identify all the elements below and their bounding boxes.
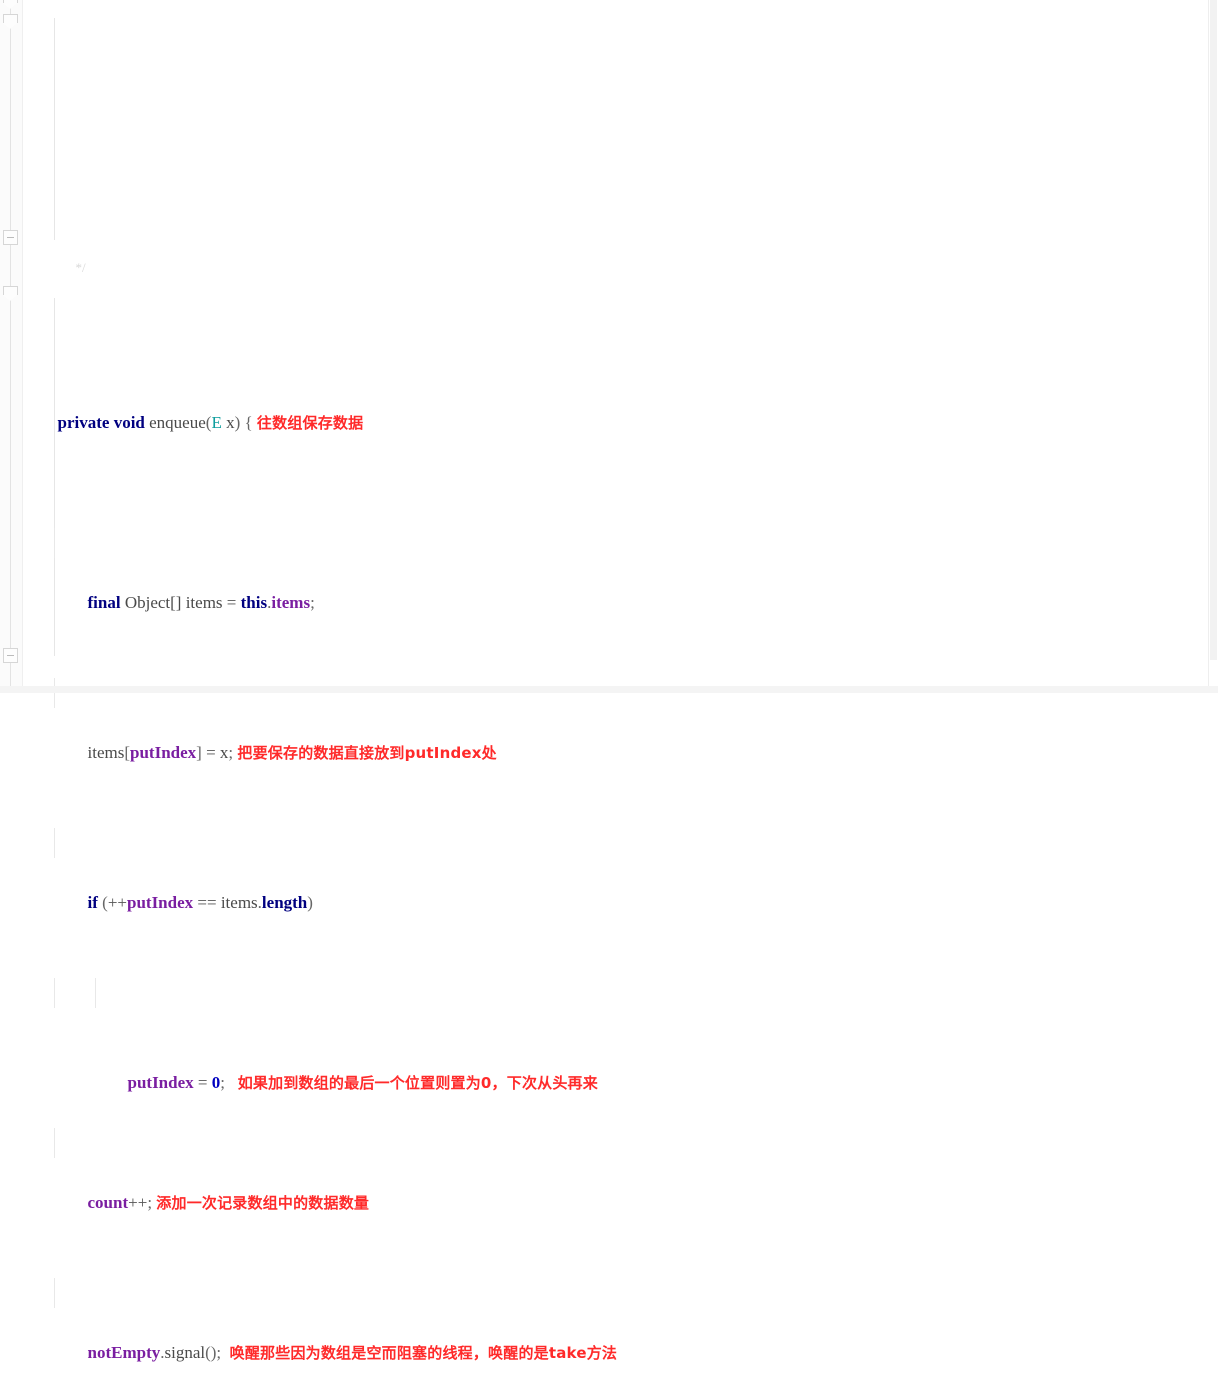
- line-enqueue-if[interactable]: if (++putIndex == items.length): [22, 828, 1208, 912]
- parens: (): [205, 1343, 217, 1362]
- array-items: items: [220, 893, 258, 912]
- line-top-comment: */: [22, 240, 1208, 275]
- operator-equals: ==: [197, 893, 217, 912]
- paren-close: ): [234, 413, 241, 432]
- keyword-final: final: [87, 593, 121, 612]
- prop-length: length: [261, 893, 308, 912]
- editor-gutter: [0, 0, 23, 693]
- fold-collapse-arrow-dequeue[interactable]: [3, 286, 18, 301]
- method-name-enqueue: enqueue: [149, 413, 206, 432]
- field-putindex: putIndex: [127, 1073, 194, 1092]
- fold-expand-box-enqueue-end[interactable]: [3, 230, 18, 245]
- keyword-void: void: [113, 413, 145, 432]
- operator-increment: ++: [107, 893, 127, 912]
- operator-assign: =: [206, 743, 216, 762]
- keyword-if: if: [87, 893, 98, 912]
- indent-guide: [54, 528, 55, 558]
- annotation-note-count: 添加一次记录数组中的数据数量: [156, 1194, 370, 1212]
- field-notempty: notEmpty: [87, 1343, 161, 1362]
- enqueue-block-rail: [54, 18, 55, 240]
- line-enqueue-signal[interactable]: notEmpty.signal(); 唤醒那些因为数组是空而阻塞的线程，唤醒的是…: [22, 1278, 1208, 1362]
- line-enqueue-count[interactable]: count++; 添加一次记录数组中的数据数量: [22, 1128, 1208, 1212]
- indent-guide: [54, 1278, 55, 1308]
- horizontal-scrollbar[interactable]: [0, 686, 1218, 693]
- keyword-this: this: [240, 593, 268, 612]
- operator-assign: =: [226, 593, 237, 612]
- array-items: items: [87, 743, 125, 762]
- code-editor: */ private void enqueue(E x) { 往数组保存数据 f…: [0, 0, 1218, 1362]
- field-items: items: [271, 593, 311, 612]
- semicolon: ;: [228, 743, 234, 762]
- indent-guide: [95, 978, 96, 1008]
- indent-guide: [54, 828, 55, 858]
- annotation-note-reset: 如果加到数组的最后一个位置则置为0，下次从头再来: [237, 1074, 598, 1092]
- generic-type-e: E: [211, 413, 222, 432]
- fold-collapse-arrow-top[interactable]: [3, 0, 18, 9]
- field-putindex: putIndex: [127, 893, 194, 912]
- bracket-close: ]: [196, 743, 202, 762]
- operator-assign: =: [197, 1073, 208, 1092]
- number-zero: 0: [211, 1073, 221, 1092]
- method-signal: signal: [164, 1343, 206, 1362]
- code-content[interactable]: */ private void enqueue(E x) { 往数组保存数据 f…: [22, 0, 1208, 1362]
- annotation-note-put: 把要保存的数据直接放到putIndex处: [237, 744, 497, 762]
- line-enqueue-final-items[interactable]: final Object[] items = this.items;: [22, 528, 1208, 612]
- field-putindex: putIndex: [130, 743, 197, 762]
- indent-guide: [54, 978, 55, 1008]
- param-x: x: [226, 413, 235, 432]
- semicolon: ;: [216, 1343, 222, 1362]
- var-items: items: [185, 593, 223, 612]
- fold-rail: [10, 0, 11, 693]
- comment-close-token: */: [75, 260, 86, 275]
- line-enqueue-signature[interactable]: private void enqueue(E x) { 往数组保存数据: [22, 378, 1208, 432]
- keyword-private: private: [57, 413, 110, 432]
- type-object-array: Object[]: [124, 593, 182, 612]
- indent-guide: [54, 1128, 55, 1158]
- vertical-scrollbar[interactable]: [1208, 0, 1218, 686]
- brace-open: {: [244, 413, 253, 432]
- line-enqueue-put[interactable]: items[putIndex] = x; 把要保存的数据直接放到putIndex…: [22, 678, 1208, 762]
- field-count: count: [87, 1193, 129, 1212]
- paren-close: ): [307, 893, 313, 912]
- annotation-note-signal: 唤醒那些因为数组是空而阻塞的线程，唤醒的是take方法: [229, 1344, 618, 1362]
- value-x: x: [219, 743, 229, 762]
- indent-guide: [54, 678, 55, 708]
- fold-expand-box-dequeue-end[interactable]: [3, 648, 18, 663]
- vertical-scrollbar-thumb[interactable]: [1210, 0, 1217, 660]
- line-enqueue-reset[interactable]: putIndex = 0; 如果加到数组的最后一个位置则置为0，下次从头再来: [22, 978, 1208, 1092]
- annotation-note-enqueue: 往数组保存数据: [256, 414, 364, 432]
- semicolon: ;: [310, 593, 315, 612]
- fold-collapse-arrow-enqueue[interactable]: [3, 14, 18, 29]
- semicolon: ;: [147, 1193, 153, 1212]
- operator-increment: ++: [128, 1193, 148, 1212]
- semicolon: ;: [220, 1073, 225, 1092]
